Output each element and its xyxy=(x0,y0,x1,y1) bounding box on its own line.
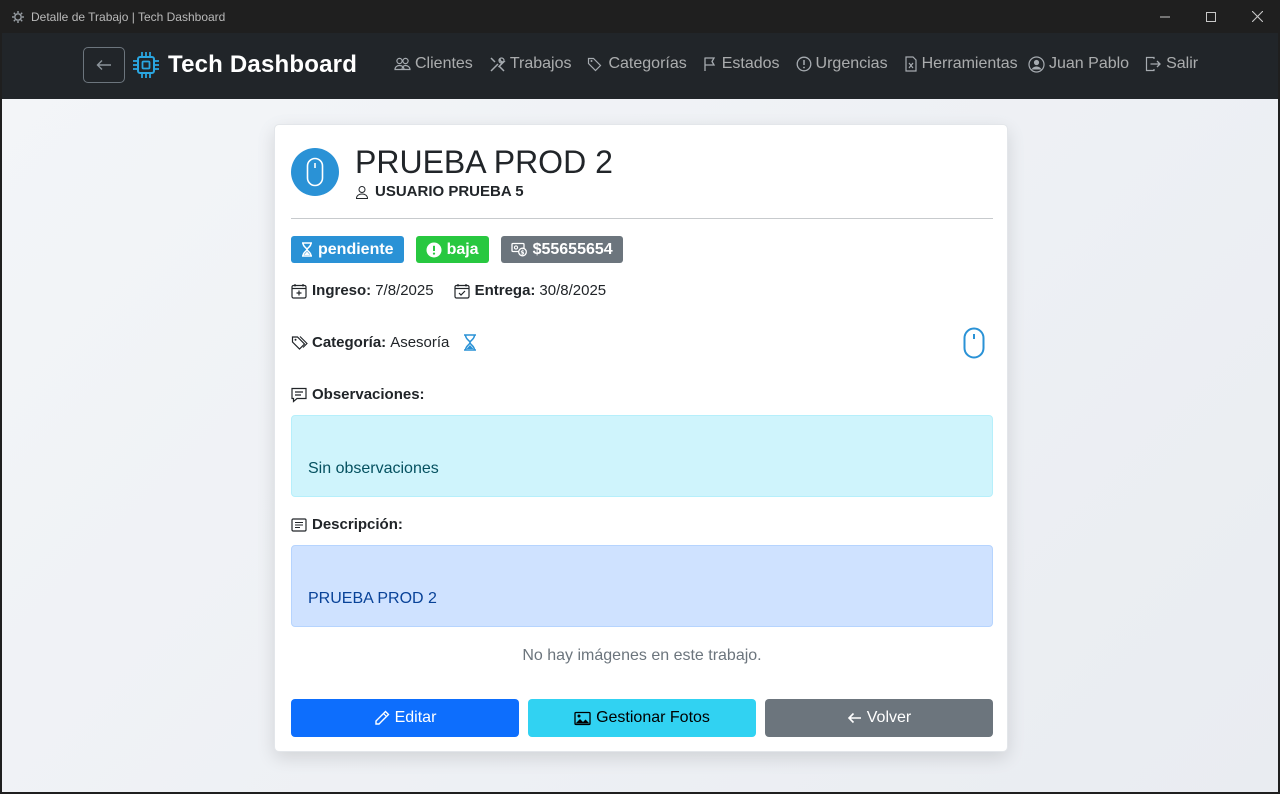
main-content: PRUEBA PROD 2 USUARIO PRUEBA 5 pendiente… xyxy=(2,99,1278,792)
card-text-icon xyxy=(291,517,307,532)
pencil-icon xyxy=(374,710,390,725)
calendar-plus-icon xyxy=(291,283,307,299)
observaciones-box: Sin observaciones xyxy=(291,415,993,497)
tags-icon xyxy=(291,335,308,350)
amount-badge-label: $55655654 xyxy=(532,240,613,258)
edit-button[interactable]: Editar xyxy=(291,699,519,737)
nav-logout[interactable]: Salir xyxy=(1145,55,1198,73)
urgency-badge: baja xyxy=(415,236,489,263)
exclamation-circle-icon xyxy=(426,242,442,257)
app-navbar: Tech Dashboard Clientes Trabajos Categor… xyxy=(2,33,1278,99)
nav-categorias[interactable]: Categorías xyxy=(587,55,687,73)
ingreso-label: Ingreso: xyxy=(312,282,372,299)
categoria-label: Categoría: xyxy=(312,334,387,351)
job-badges: pendiente baja $ $55655654 xyxy=(291,236,635,263)
arrow-left-icon xyxy=(96,60,111,70)
window-controls xyxy=(1142,0,1280,33)
people-icon xyxy=(394,57,411,71)
nav-user-label: Juan Pablo xyxy=(1049,55,1130,72)
brand-title: Tech Dashboard xyxy=(168,51,358,78)
ingreso-value: 7/8/2025 xyxy=(375,282,434,299)
ingreso-date: Ingreso: 7/8/2025 xyxy=(291,282,434,299)
status-badge: pendiente xyxy=(291,236,404,263)
chat-text-icon xyxy=(291,387,307,403)
exclamation-circle-icon xyxy=(796,56,811,72)
window-title: Detalle de Trabajo | Tech Dashboard xyxy=(31,9,226,24)
tools-icon xyxy=(490,56,506,72)
job-title: PRUEBA PROD 2 xyxy=(355,144,613,180)
minimize-button[interactable] xyxy=(1142,0,1188,33)
calendar-check-icon xyxy=(453,283,470,299)
entrega-label: Entrega: xyxy=(474,282,536,299)
status-badge-label: pendiente xyxy=(318,240,394,258)
job-client: USUARIO PRUEBA 5 xyxy=(355,183,524,200)
nav-estados[interactable]: Estados xyxy=(703,55,780,73)
nav-user[interactable]: Juan Pablo xyxy=(1028,55,1129,73)
manage-photos-button[interactable]: Gestionar Fotos xyxy=(528,699,756,737)
nav-trabajos[interactable]: Trabajos xyxy=(489,55,572,73)
descripcion-heading: Descripción: xyxy=(291,516,403,533)
category-row: Categoría: Asesoría xyxy=(291,334,481,351)
nav-urgencias[interactable]: Urgencias xyxy=(796,55,888,73)
observaciones-heading: Observaciones: xyxy=(291,386,425,403)
nav-herramientas-label: Herramientas xyxy=(921,55,1018,72)
entrega-date: Entrega: 30/8/2025 xyxy=(453,282,607,299)
manage-photos-label: Gestionar Fotos xyxy=(596,709,710,726)
nav-estados-label: Estados xyxy=(721,55,780,72)
nav-logout-label: Salir xyxy=(1166,55,1199,72)
app-gear-icon xyxy=(11,10,25,24)
nav-categorias-label: Categorías xyxy=(608,55,687,72)
nav-back-button[interactable] xyxy=(83,47,125,83)
descripcion-box: PRUEBA PROD 2 xyxy=(291,545,993,627)
file-excel-icon xyxy=(904,56,917,72)
edit-button-label: Editar xyxy=(394,709,437,726)
arrow-left-icon xyxy=(847,712,861,724)
brand[interactable]: Tech Dashboard xyxy=(132,51,357,79)
nav-clientes-label: Clientes xyxy=(415,55,473,72)
person-icon xyxy=(355,185,369,199)
nav-urgencias-label: Urgencias xyxy=(815,55,888,72)
mouse-icon xyxy=(291,148,339,196)
tags-icon xyxy=(588,57,602,72)
cash-coin-icon: $ xyxy=(510,242,527,257)
back-button-label: Volver xyxy=(866,709,912,726)
amount-badge: $ $55655654 xyxy=(500,236,623,263)
mouse-icon xyxy=(963,327,985,364)
nav-trabajos-label: Trabajos xyxy=(509,55,572,72)
cpu-icon xyxy=(133,52,159,78)
window-titlebar: Detalle de Trabajo | Tech Dashboard xyxy=(0,0,1280,33)
maximize-button[interactable] xyxy=(1188,0,1234,33)
descripcion-label: Descripción: xyxy=(312,516,403,533)
back-button[interactable]: Volver xyxy=(765,699,993,737)
urgency-badge-label: baja xyxy=(446,240,479,258)
hourglass-icon xyxy=(302,242,312,257)
nav-herramientas[interactable]: Herramientas xyxy=(904,55,1018,73)
categoria-value: Asesoría xyxy=(390,334,450,351)
observaciones-label: Observaciones: xyxy=(312,386,425,403)
nav-user-area: Juan Pablo Salir xyxy=(1028,55,1214,73)
entrega-value: 30/8/2025 xyxy=(539,282,607,299)
svg-text:$: $ xyxy=(520,249,524,256)
nav-clientes[interactable]: Clientes xyxy=(394,55,473,73)
hourglass-icon xyxy=(463,334,481,351)
flag-icon xyxy=(704,57,715,71)
images-icon xyxy=(574,711,591,725)
job-client-name: USUARIO PRUEBA 5 xyxy=(375,183,524,200)
nav-links: Clientes Trabajos Categorías Estados Urg… xyxy=(394,55,1034,73)
logout-icon xyxy=(1145,56,1161,72)
header-divider xyxy=(291,218,993,219)
no-images-message: No hay imágenes en este trabajo. xyxy=(522,647,762,664)
job-dates: Ingreso: 7/8/2025 Entrega: 30/8/2025 xyxy=(291,282,626,299)
job-detail-card: PRUEBA PROD 2 USUARIO PRUEBA 5 pendiente… xyxy=(274,124,1008,752)
user-circle-icon xyxy=(1028,55,1045,73)
action-buttons: Editar Gestionar Fotos Volver xyxy=(291,699,993,737)
close-window-button[interactable] xyxy=(1234,0,1280,33)
